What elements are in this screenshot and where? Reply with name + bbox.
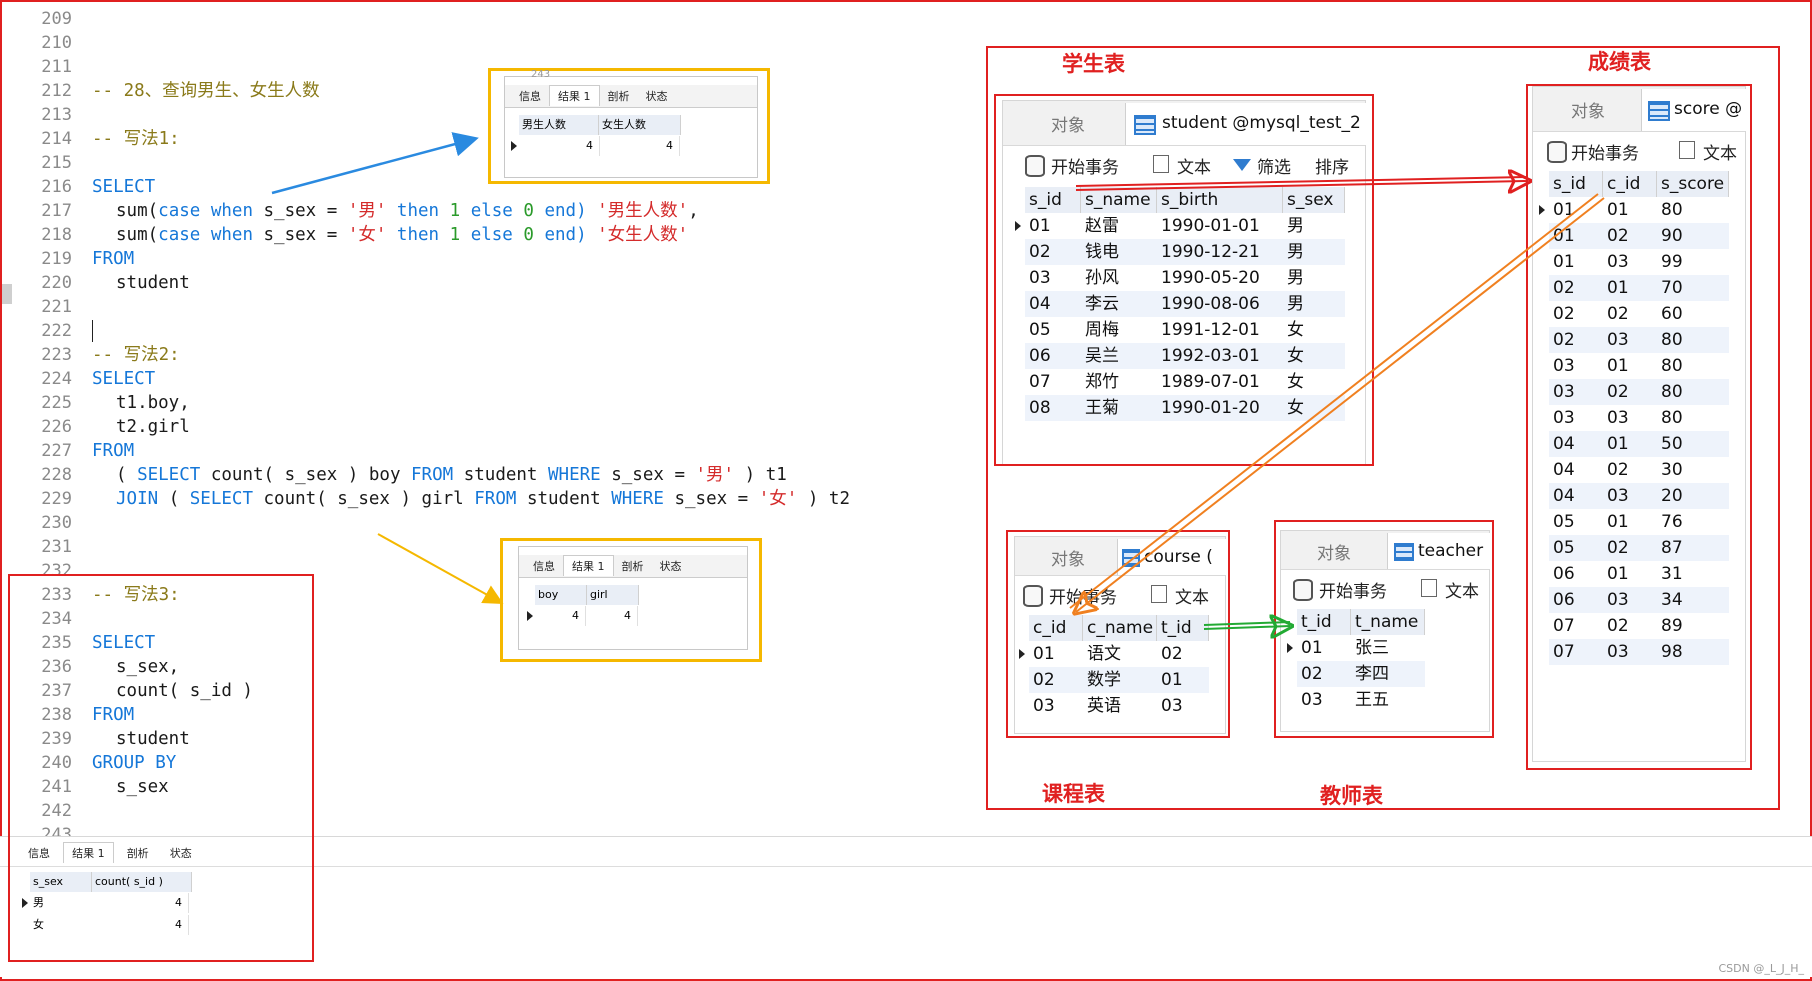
arrow-to-result1 bbox=[271, 132, 479, 195]
watermark: CSDN @_L_J_H_ bbox=[1718, 962, 1804, 975]
arrow-score-course-shaft bbox=[1076, 197, 1605, 612]
arrow-score-course bbox=[1069, 193, 1599, 609]
annotation-arrows bbox=[271, 132, 1605, 981]
arrow-to-result2 bbox=[377, 533, 504, 604]
arrow-course-teacher-shaft bbox=[1203, 626, 1290, 629]
arrow-course-teacher bbox=[1203, 621, 1291, 626]
